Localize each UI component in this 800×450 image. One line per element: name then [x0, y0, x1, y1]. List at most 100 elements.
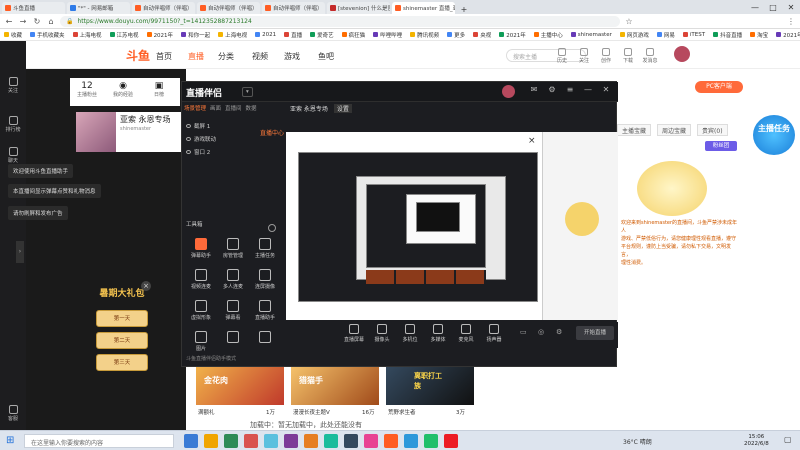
bookmark-item[interactable]: 爱奇艺: [310, 31, 334, 39]
home-icon[interactable]: ⌂: [46, 17, 56, 26]
tool-item[interactable]: 弹幕助手: [186, 238, 216, 259]
room-host[interactable]: shinemaster: [120, 126, 151, 132]
nav-video[interactable]: 视频: [252, 51, 268, 62]
eye-icon[interactable]: [186, 123, 191, 128]
tool-item[interactable]: 主播任务: [250, 238, 280, 259]
fan-club-button[interactable]: 粉丝团: [705, 141, 737, 151]
toolbox-settings-icon[interactable]: [268, 224, 276, 232]
bookmark-item[interactable]: 直播: [284, 31, 302, 39]
tab-treasure[interactable]: 主播宝藏: [617, 124, 652, 136]
tab-canvas[interactable]: 画面: [210, 104, 221, 116]
forward-icon[interactable]: →: [18, 17, 28, 26]
taskbar-app-icon[interactable]: [404, 434, 418, 448]
browser-tab[interactable]: "*" - 网易邮箱: [67, 2, 130, 14]
eye-icon[interactable]: [186, 149, 191, 154]
minimize-button[interactable]: —: [746, 3, 764, 12]
bookmark-item[interactable]: 淘宝: [750, 31, 768, 39]
bookmark-item[interactable]: 哔哩哔哩: [373, 31, 402, 39]
stream-preview[interactable]: ×: [286, 132, 618, 320]
taskbar-app-icon[interactable]: [424, 434, 438, 448]
bookmark-item[interactable]: iTEST: [682, 32, 705, 38]
taskbar-app-icon[interactable]: [304, 434, 318, 448]
taskbar-app-icon[interactable]: [284, 434, 298, 448]
create-button[interactable]: 创作: [598, 48, 614, 64]
weather-widget[interactable]: 36°C 晴朗: [623, 437, 652, 446]
bookmark-item[interactable]: 上海电视: [72, 31, 102, 39]
bookmark-item[interactable]: shinemaster: [570, 32, 612, 38]
tool-item[interactable]: 多人连麦: [218, 269, 248, 290]
camera-button[interactable]: 摄像头: [370, 324, 394, 343]
bookmark-item[interactable]: 2021: [255, 32, 276, 38]
tool-item[interactable]: 虚拟形象: [186, 300, 216, 321]
nav-home[interactable]: 首页: [156, 51, 172, 62]
tool-item[interactable]: 图片: [186, 331, 216, 352]
bookmark-item[interactable]: 和你一起: [181, 31, 210, 39]
extensions-icon[interactable]: ⋮: [786, 17, 796, 26]
taskbar-app-icon[interactable]: [204, 434, 218, 448]
bookmark-item[interactable]: 收藏: [4, 31, 22, 39]
eye-icon[interactable]: [186, 136, 191, 141]
tab-scene[interactable]: 场景管理: [184, 104, 206, 116]
browser-tab[interactable]: 自动伴唱师（伴唱）: [197, 2, 260, 14]
preview-close-icon[interactable]: ×: [528, 136, 536, 146]
close-promo-icon[interactable]: ×: [141, 281, 151, 291]
sidebar-item-chat[interactable]: 聊天: [2, 147, 24, 164]
pc-client-button[interactable]: PC客户端: [695, 81, 743, 93]
bookmark-item[interactable]: 网页游戏: [619, 31, 649, 39]
avatar[interactable]: [674, 46, 690, 62]
bookmark-item[interactable]: 上海电视: [218, 31, 247, 39]
summer-gift-promo[interactable]: 暑期大礼包 第一天 第二天 第三天: [90, 280, 154, 371]
tab-room[interactable]: 直播间: [225, 104, 242, 116]
menu-icon[interactable]: ≡: [563, 85, 577, 99]
taskbar-search-input[interactable]: 在这里输入你要搜索的内容: [24, 434, 174, 448]
douyu-search-input[interactable]: 搜索主播: [506, 49, 586, 62]
taskbar-app-icon[interactable]: [384, 434, 398, 448]
quest-badge[interactable]: 主播任务: [753, 115, 795, 155]
windows-start-icon[interactable]: ⊞: [6, 435, 14, 446]
bookmark-item[interactable]: 网易: [656, 31, 675, 39]
app-close-button[interactable]: ✕: [599, 85, 613, 99]
sidebar-item-rank[interactable]: 排行榜: [2, 116, 24, 133]
message-button[interactable]: 发消息: [642, 48, 658, 64]
taskbar-app-icon[interactable]: [224, 434, 238, 448]
taskbar-app-icon[interactable]: [444, 434, 458, 448]
tab-peripheral[interactable]: 周边宝藏: [657, 124, 692, 136]
tab-data[interactable]: 数据: [246, 104, 257, 116]
mic-button[interactable]: 麦克风: [454, 324, 478, 343]
bookmark-item[interactable]: 江苏电视: [109, 31, 139, 39]
bookmark-item[interactable]: 疯狂猫: [341, 31, 365, 39]
taskbar-app-icon[interactable]: [244, 434, 258, 448]
download-button[interactable]: 下载: [620, 48, 636, 64]
tool-item[interactable]: 视频连麦: [186, 269, 216, 290]
stream-thumbnail[interactable]: 猎猫手: [291, 367, 379, 405]
notification-icon[interactable]: ▢: [784, 435, 792, 444]
promo-day-item[interactable]: 第一天: [96, 310, 148, 327]
new-tab-icon[interactable]: +: [455, 5, 473, 14]
system-clock[interactable]: 15:06 2022/6/8: [744, 434, 769, 448]
tool-item[interactable]: [250, 331, 280, 352]
bookmark-item[interactable]: 2021年: [776, 31, 800, 39]
screen-button[interactable]: 直播屏幕: [342, 324, 366, 343]
browser-tab[interactable]: 自动伴唱师（伴唱）: [132, 2, 195, 14]
tab-room-title[interactable]: 亚索 永恩专场: [290, 104, 328, 113]
sidebar-item-service[interactable]: 客服: [2, 405, 24, 422]
follow-button[interactable]: 关注: [576, 48, 592, 64]
bookmark-item[interactable]: 2021年: [499, 31, 526, 39]
start-live-button[interactable]: 开始直播: [576, 326, 614, 340]
browser-tab[interactable]: [stevenion] 什么是官网: [327, 2, 390, 14]
thumbnail-caption[interactable]: 漫漫长夜主题V: [293, 408, 330, 416]
media-button[interactable]: 多媒体: [426, 324, 450, 343]
app-avatar[interactable]: [502, 85, 515, 98]
close-window-button[interactable]: ✕: [782, 3, 800, 12]
tab-settings[interactable]: 设置: [333, 104, 352, 113]
url-input[interactable]: 🔒 https://www.douyu.com/9971150?_t=14123…: [60, 15, 620, 27]
anchor-cover-image[interactable]: [76, 112, 116, 152]
tool-item[interactable]: [218, 331, 248, 352]
multicam-button[interactable]: 多机位: [398, 324, 422, 343]
maximize-button[interactable]: □: [764, 3, 782, 12]
gift-icon[interactable]: ✉: [527, 85, 541, 99]
promo-day-item[interactable]: 第三天: [96, 354, 148, 371]
app-minimize-button[interactable]: —: [581, 85, 595, 99]
history-button[interactable]: 历史: [554, 48, 570, 64]
source-row[interactable]: 窗口 2: [186, 146, 282, 157]
